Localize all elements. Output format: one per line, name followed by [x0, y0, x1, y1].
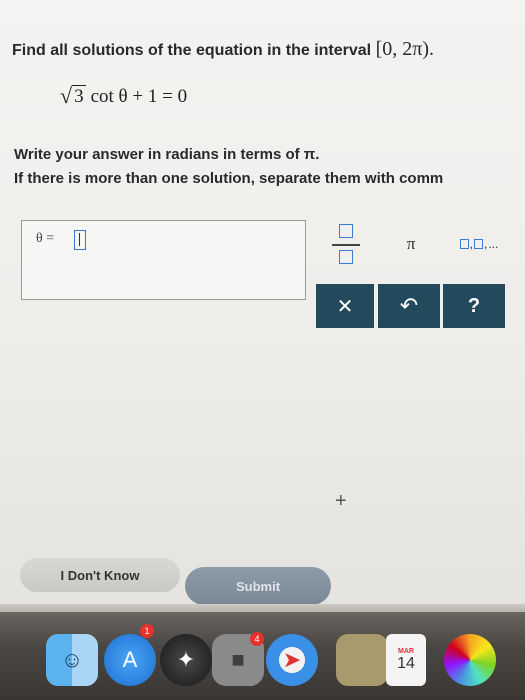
finder-icon[interactable]: ☺ — [46, 634, 98, 686]
pi-label: π — [406, 234, 416, 253]
question-interval: [0, 2π). — [375, 38, 434, 60]
undo-icon: ↶ — [399, 293, 419, 318]
instruction-radians: Write your answer in radians in terms of… — [14, 146, 320, 163]
equation-rest: cot θ + 1 = 0 — [90, 86, 188, 107]
equation-radicand: 3 — [72, 85, 86, 107]
help-button[interactable]: ? — [443, 284, 505, 328]
safari-icon[interactable]: ➤ — [266, 634, 318, 686]
calendar-day: 14 — [397, 654, 415, 672]
dock: ☺ A ✦ ■ ➤ MAR 14 — [0, 612, 525, 700]
submit-button[interactable]: Submit — [185, 567, 331, 605]
sqrt-symbol: √ — [60, 83, 73, 108]
list-button[interactable]: , , ... — [444, 218, 514, 270]
fraction-numerator-icon — [339, 224, 353, 238]
fraction-button[interactable] — [318, 218, 372, 270]
theta-label: θ = — [36, 231, 55, 246]
photos-icon[interactable] — [444, 634, 496, 686]
question-prompt: Find all solutions of the equation in th… — [12, 42, 372, 59]
equation: √ 3 cot θ + 1 = 0 — [60, 80, 187, 108]
calendar-month: MAR — [398, 647, 414, 655]
facetime-badge: 4 — [250, 632, 264, 646]
list-separator: , — [483, 237, 488, 251]
notes-icon[interactable] — [336, 634, 388, 686]
instruction-separate: If there is more than one solution, sepa… — [14, 170, 444, 187]
launchpad-icon[interactable]: ✦ — [160, 634, 212, 686]
app-store-badge: 1 — [140, 624, 154, 638]
undo-button[interactable]: ↶ — [378, 284, 440, 328]
answer-input-field[interactable] — [74, 230, 86, 250]
help-icon: ? — [467, 294, 481, 317]
mouse-cursor-icon: + — [335, 490, 347, 512]
question-text: Find all solutions of the equation in th… — [12, 38, 434, 61]
pi-button[interactable]: π — [384, 218, 438, 270]
close-icon: ✕ — [336, 295, 354, 318]
list-separator: , — [469, 237, 473, 251]
list-box-icon — [459, 239, 469, 249]
answer-input-area[interactable]: θ = — [21, 220, 306, 300]
screen: Find all solutions of the equation in th… — [0, 0, 525, 610]
app-store-icon[interactable]: A — [104, 634, 156, 686]
fraction-bar-icon — [332, 244, 360, 246]
clear-button[interactable]: ✕ — [316, 284, 374, 328]
list-box-icon — [473, 239, 483, 249]
calendar-icon[interactable]: MAR 14 — [386, 634, 426, 686]
list-ellipsis: ... — [488, 237, 499, 251]
dont-know-button[interactable]: I Don't Know — [20, 558, 180, 592]
fraction-denominator-icon — [339, 250, 353, 264]
